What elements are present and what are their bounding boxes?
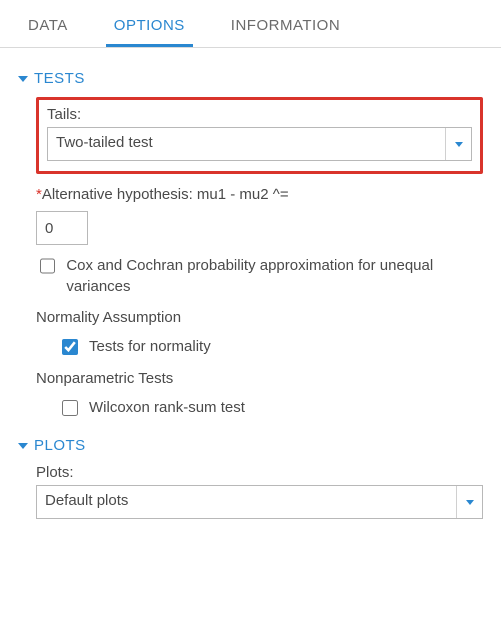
filler [36,519,483,633]
cox-cochran-label: Cox and Cochran probability approximatio… [66,255,483,297]
tails-combo-button[interactable] [445,128,471,160]
tests-normality-label: Tests for normality [89,336,211,357]
section-toggle-plots[interactable]: PLOTS [18,437,483,454]
section-body-plots: Plots: Default plots [18,460,483,633]
tab-information[interactable]: INFORMATION [223,5,348,47]
tab-bar: DATA OPTIONS INFORMATION [0,0,501,48]
chevron-down-icon [18,443,28,449]
wilcoxon-label: Wilcoxon rank-sum test [89,397,245,418]
nonparametric-heading: Nonparametric Tests [36,370,483,387]
plots-combo[interactable]: Default plots [36,485,483,519]
alt-hypothesis-label: *Alternative hypothesis: mu1 - mu2 ^= [36,186,483,203]
chevron-down-icon [466,500,474,505]
options-panel: DATA OPTIONS INFORMATION TESTS Tails: Tw… [0,0,501,633]
alt-hypothesis-input[interactable] [36,211,88,245]
tails-label: Tails: [47,106,472,123]
plots-combo-value: Default plots [37,486,456,518]
wilcoxon-checkbox[interactable] [62,400,78,416]
section-body-tests: Tails: Two-tailed test *Alternative hypo… [18,93,483,429]
section-title-tests: TESTS [34,70,85,87]
cox-cochran-checkbox[interactable] [40,258,55,274]
normality-heading: Normality Assumption [36,309,483,326]
tab-options[interactable]: OPTIONS [106,5,193,47]
section-title-plots: PLOTS [34,437,86,454]
plots-combo-button[interactable] [456,486,482,518]
plots-label: Plots: [36,464,483,481]
tab-data[interactable]: DATA [20,5,76,47]
chevron-down-icon [18,76,28,82]
section-toggle-tests[interactable]: TESTS [18,70,483,87]
chevron-down-icon [455,142,463,147]
tails-combo-value: Two-tailed test [48,128,445,160]
tests-normality-checkbox[interactable] [62,339,78,355]
options-scroll-pane[interactable]: TESTS Tails: Two-tailed test *Alternativ… [0,48,501,633]
highlight-tails-field: Tails: Two-tailed test [36,97,483,174]
tails-combo[interactable]: Two-tailed test [47,127,472,161]
